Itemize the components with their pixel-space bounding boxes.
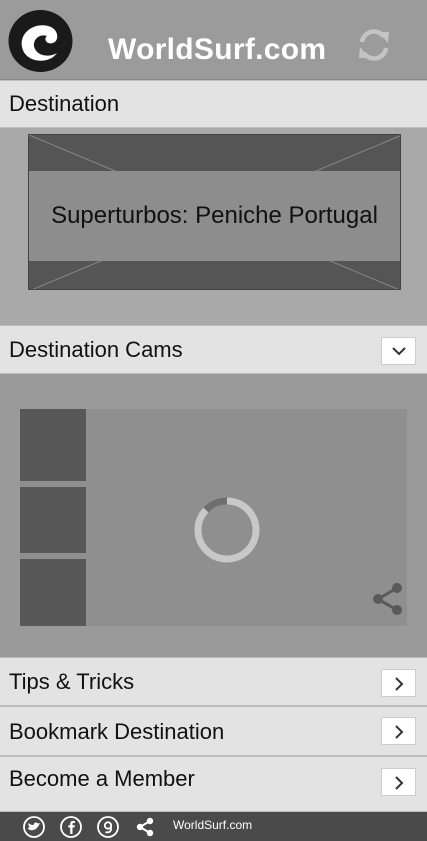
chevron-down-icon	[392, 347, 406, 356]
brand-title: WorldSurf.com	[108, 33, 327, 66]
wave-logo-icon[interactable]	[7, 9, 74, 73]
cam-thumbnail[interactable]	[20, 409, 86, 481]
loading-spinner-icon	[194, 497, 260, 563]
twitter-icon[interactable]	[22, 815, 46, 839]
cams-toggle-button[interactable]	[381, 337, 416, 365]
footer-site-link[interactable]: WorldSurf.com	[173, 818, 252, 832]
menu-item-label: Bookmark Destination	[9, 719, 225, 744]
menu-item-label: Tips & Tricks	[9, 669, 135, 694]
facebook-icon[interactable]	[59, 815, 83, 839]
refresh-icon[interactable]	[355, 26, 393, 64]
destination-title-band: Superturbos: Peniche Portugal	[29, 171, 400, 261]
share-icon[interactable]	[133, 815, 157, 839]
google-plus-icon[interactable]	[96, 815, 120, 839]
chevron-right-icon	[395, 677, 404, 691]
cam-viewer[interactable]	[20, 409, 407, 626]
menu-item-bookmark-destination[interactable]: Bookmark Destination	[0, 706, 427, 756]
chevron-right-button[interactable]	[381, 669, 416, 697]
chevron-right-button[interactable]	[381, 768, 416, 796]
destination-panel: Superturbos: Peniche Portugal	[0, 128, 427, 325]
destination-title: Superturbos: Peniche Portugal	[51, 202, 378, 229]
cams-section-label: Destination Cams	[9, 337, 183, 362]
footer-bar: WorldSurf.com	[0, 812, 427, 841]
chevron-right-icon	[395, 725, 404, 739]
menu-item-label: Become a Member	[9, 766, 195, 791]
menu-item-become-member[interactable]: Become a Member	[0, 756, 427, 812]
cams-panel	[0, 374, 427, 657]
destination-section-header: Destination	[0, 80, 427, 128]
share-icon[interactable]	[370, 581, 406, 617]
menu-item-tips-tricks[interactable]: Tips & Tricks	[0, 657, 427, 706]
chevron-right-icon	[395, 776, 404, 790]
app-header: WorldSurf.com	[0, 0, 427, 80]
chevron-right-button[interactable]	[381, 717, 416, 745]
cams-section-header[interactable]: Destination Cams	[0, 325, 427, 374]
destination-section-label: Destination	[9, 91, 120, 116]
cam-thumbnail[interactable]	[20, 559, 86, 626]
destination-image[interactable]: Superturbos: Peniche Portugal	[28, 134, 401, 290]
cam-thumbnail[interactable]	[20, 487, 86, 553]
